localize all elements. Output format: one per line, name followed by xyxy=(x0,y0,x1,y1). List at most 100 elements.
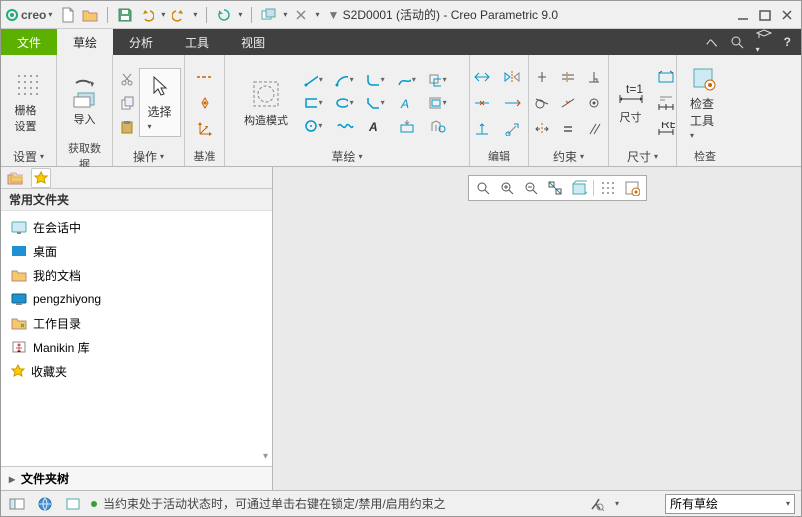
redo-icon[interactable] xyxy=(171,7,187,23)
close-doc-icon[interactable] xyxy=(293,7,309,23)
centerline-icon[interactable] xyxy=(195,67,215,87)
tab-tools[interactable]: 工具 xyxy=(169,29,225,55)
group-sketch-label[interactable]: 草绘▾ xyxy=(233,146,461,166)
coord-sys-icon[interactable] xyxy=(195,119,215,139)
ellipse-icon[interactable]: ▾ xyxy=(335,93,355,113)
folder-desktop[interactable]: 桌面 xyxy=(1,239,272,263)
window-title: ▼ S2D0001 (活动的) - Creo Parametric 9.0 xyxy=(327,6,737,23)
search-icon[interactable] xyxy=(730,35,744,49)
learn-icon[interactable]: ▾ xyxy=(756,29,772,55)
inspect-button[interactable]: 检查工具 ▾ xyxy=(684,62,726,144)
delete-seg-icon[interactable] xyxy=(502,93,522,113)
horizontal-icon[interactable] xyxy=(558,67,578,87)
dimension-button[interactable]: t=1 尺寸 xyxy=(610,78,652,128)
find-dropdown[interactable]: ▾ xyxy=(615,499,619,508)
maximize-button[interactable] xyxy=(759,9,771,21)
file-menu[interactable]: 文件 xyxy=(1,29,57,55)
tab-view[interactable]: 视图 xyxy=(225,29,281,55)
equal-icon[interactable] xyxy=(558,119,578,139)
modify-icon[interactable] xyxy=(472,67,492,87)
undo-icon[interactable] xyxy=(139,7,155,23)
filter-combo[interactable]: 所有草绘▾ xyxy=(665,494,795,514)
svg-text:t=1: t=1 xyxy=(626,82,643,96)
scroll-indicator[interactable]: ▾ xyxy=(263,451,268,462)
offset-icon[interactable]: ▾ xyxy=(428,70,448,90)
regen-icon[interactable] xyxy=(216,7,232,23)
parallel-icon[interactable] xyxy=(584,119,604,139)
refit-icon[interactable] xyxy=(545,178,565,198)
status-browser-icon[interactable] xyxy=(35,494,55,514)
cut-icon[interactable] xyxy=(117,69,137,89)
copy-icon[interactable] xyxy=(117,93,137,113)
sketcher-display-icon[interactable] xyxy=(622,178,642,198)
group-operate-label[interactable]: 操作▾ xyxy=(121,146,176,166)
new-file-icon[interactable] xyxy=(60,7,76,23)
status-window-icon[interactable] xyxy=(63,494,83,514)
grid-display-icon[interactable] xyxy=(598,178,618,198)
sketch-canvas[interactable] xyxy=(273,167,801,490)
collapse-ribbon-icon[interactable]: ヘ xyxy=(706,34,718,51)
text-icon[interactable]: A xyxy=(397,93,417,113)
open-file-icon[interactable] xyxy=(82,7,98,23)
line-icon[interactable]: ▾ xyxy=(304,70,324,90)
windows-icon[interactable] xyxy=(261,7,277,23)
tab-analysis[interactable]: 分析 xyxy=(113,29,169,55)
minimize-button[interactable] xyxy=(737,9,749,21)
folder-tree-header[interactable]: ▸文件夹树 xyxy=(1,466,272,490)
rotate-resize-icon[interactable] xyxy=(502,119,522,139)
construction-mode-button[interactable]: 构造模式 xyxy=(238,75,294,131)
tab-sketch[interactable]: 草绘 xyxy=(57,29,113,55)
folder-documents[interactable]: 我的文档 xyxy=(1,263,272,287)
zoom-fit-icon[interactable] xyxy=(473,178,493,198)
circle-icon[interactable]: ▾ xyxy=(304,116,324,136)
group-dimension-label[interactable]: 尺寸▾ xyxy=(617,146,668,166)
rectangle-icon[interactable]: ▾ xyxy=(304,93,324,113)
datum-point-icon[interactable] xyxy=(195,93,215,113)
qat-customize[interactable]: ▾ xyxy=(315,10,319,19)
select-button[interactable]: 选择 ▾ xyxy=(139,68,181,137)
arc-icon[interactable]: ▾ xyxy=(335,70,355,90)
fillet-icon[interactable]: ▾ xyxy=(366,70,386,90)
group-settings-label[interactable]: 设置▾ xyxy=(9,146,48,166)
favorites-tab-icon[interactable] xyxy=(31,168,51,188)
zoom-out-icon[interactable] xyxy=(521,178,541,198)
folder-tab-icon[interactable] xyxy=(5,168,25,188)
status-model-tree-icon[interactable] xyxy=(7,494,27,514)
palette-icon[interactable] xyxy=(428,116,448,136)
paste-icon[interactable] xyxy=(117,117,137,137)
folder-in-session[interactable]: 在会话中 xyxy=(1,215,272,239)
mirror-icon[interactable] xyxy=(502,67,522,87)
symmetric-icon[interactable] xyxy=(532,119,552,139)
ref-dim-icon[interactable]: REF xyxy=(656,119,676,139)
folder-favorites[interactable]: 收藏夹 xyxy=(1,359,272,383)
folder-working-dir[interactable]: 工作目录 xyxy=(1,311,272,335)
corner-icon[interactable] xyxy=(472,119,492,139)
coincident-icon[interactable] xyxy=(584,93,604,113)
status-message: 当约束处于活动状态时，可通过单击右键在锁定/禁用/启用约束之 xyxy=(91,495,579,512)
folder-manikin[interactable]: Manikin 库 xyxy=(1,335,272,359)
baseline-dim-icon[interactable] xyxy=(656,93,676,113)
import-button[interactable]: 导入 xyxy=(64,76,106,130)
grid-settings-button[interactable]: 栅格设置 xyxy=(9,69,49,137)
midpoint-icon[interactable] xyxy=(558,93,578,113)
perpendicular-icon[interactable] xyxy=(584,67,604,87)
thicken-icon[interactable]: ▾ xyxy=(428,93,448,113)
tangent-icon[interactable] xyxy=(532,93,552,113)
display-style-icon[interactable] xyxy=(569,178,589,198)
folder-computer[interactable]: pengzhiyong xyxy=(1,287,272,311)
view-toolbar xyxy=(468,175,647,201)
find-icon[interactable] xyxy=(587,494,607,514)
group-constraint-label[interactable]: 约束▾ xyxy=(537,146,600,166)
perimeter-dim-icon[interactable] xyxy=(656,67,676,87)
spline-icon[interactable]: ▾ xyxy=(397,70,417,90)
help-icon[interactable]: ? xyxy=(784,35,791,49)
zoom-in-icon[interactable] xyxy=(497,178,517,198)
chamfer-icon[interactable]: ▾ xyxy=(366,93,386,113)
text2-icon[interactable]: A xyxy=(366,116,386,136)
spline2-icon[interactable] xyxy=(335,116,355,136)
vertical-icon[interactable] xyxy=(532,67,552,87)
close-button[interactable] xyxy=(781,9,793,21)
save-icon[interactable] xyxy=(117,7,133,23)
project-icon[interactable] xyxy=(397,116,417,136)
divide-icon[interactable] xyxy=(472,93,492,113)
